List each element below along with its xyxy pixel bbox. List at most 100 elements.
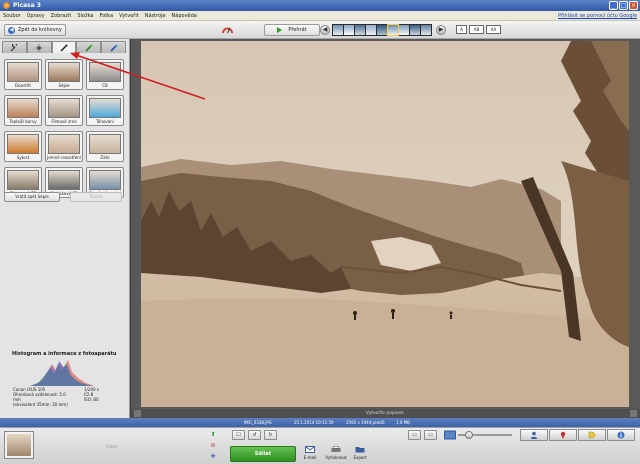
play-label: Přehrát <box>288 27 307 33</box>
info-icon <box>617 431 625 439</box>
tab-effects[interactable] <box>51 41 77 53</box>
add-tag-icon[interactable]: ✚ <box>208 452 218 461</box>
filmstrip-thumb[interactable] <box>377 25 387 35</box>
focal-length: Ohnisková vzdálenost: 5.0 <box>13 392 66 397</box>
photo-image[interactable] <box>141 41 629 407</box>
share-button[interactable]: Sdílet <box>230 446 296 462</box>
places-button[interactable] <box>549 429 577 441</box>
tab-effects-2[interactable] <box>76 41 102 53</box>
picasa-logo-icon <box>3 2 10 9</box>
menu-zobrazit[interactable]: Zobrazit <box>51 13 72 19</box>
filmstrip-thumb[interactable] <box>410 25 420 35</box>
people-button[interactable] <box>520 429 548 441</box>
maximize-button[interactable]: □ <box>619 1 628 10</box>
status-size: 1,0 MB <box>396 420 410 425</box>
info-button[interactable] <box>607 429 635 441</box>
effects-grid: Doostřit Sépie ČB Teplejší barvy Filmové… <box>4 59 126 198</box>
caption-right-corner <box>630 410 637 417</box>
sun-icon <box>35 43 44 52</box>
tab-tuning[interactable] <box>26 41 52 53</box>
effect-label: Teplejší barvy <box>9 119 37 124</box>
close-button[interactable]: × <box>629 1 638 10</box>
minimize-button[interactable]: _ <box>609 1 618 10</box>
filmstrip-thumb[interactable] <box>399 25 409 35</box>
email-label: E-mail <box>303 455 317 460</box>
tab-effects-3[interactable] <box>101 41 126 53</box>
effect-sepia[interactable]: Sépie <box>45 59 83 90</box>
filmstrip-thumb[interactable] <box>344 25 354 35</box>
email-button[interactable]: E-mail <box>298 446 322 460</box>
menu-soubor[interactable]: Soubor <box>3 13 21 19</box>
caption-bar[interactable]: Vytvořte popisek. <box>131 409 640 418</box>
menu-upravy[interactable]: Úpravy <box>27 13 45 19</box>
fit-view-button[interactable]: ▭ <box>424 430 437 440</box>
menu-slozka[interactable]: Složka <box>77 13 93 19</box>
print-label: Vytisknout <box>325 455 347 460</box>
histogram-graph <box>30 360 94 386</box>
view-single-button[interactable]: A <box>456 25 467 34</box>
effect-soft-focus[interactable]: Jemné rozostření <box>45 131 83 162</box>
zoom-icon <box>444 430 456 440</box>
google-signin-link[interactable]: Přihlásit se pomocí účtu Google <box>558 13 637 19</box>
rotate-right-button[interactable]: ↻ <box>264 430 277 440</box>
rotate-gauge-icon[interactable] <box>222 25 233 34</box>
layout-view-button[interactable]: ▭ <box>408 430 421 440</box>
view-double-button[interactable]: AA <box>486 25 501 34</box>
menu-napoveda[interactable]: Nápověda <box>172 13 197 19</box>
effect-sharpen[interactable]: Doostřit <box>4 59 42 90</box>
effect-preview <box>7 62 39 82</box>
play-slideshow-button[interactable]: Přehrát <box>264 24 320 36</box>
effect-preview <box>89 170 121 190</box>
status-dimensions: 2592 x 1944 pixelů <box>346 420 385 425</box>
effect-glow[interactable]: Záře <box>86 131 124 162</box>
effect-label: ČB <box>102 83 108 88</box>
green-brush-icon <box>85 43 93 52</box>
menu-fotka[interactable]: Fotka <box>99 13 113 19</box>
effect-warmify[interactable]: Teplejší barvy <box>4 95 42 126</box>
next-photo-button[interactable]: ▶ <box>436 25 446 35</box>
tab-basic-fixes[interactable] <box>2 41 27 53</box>
effect-preview <box>48 134 80 154</box>
filmstrip-thumb[interactable] <box>421 25 431 35</box>
redo-button[interactable]: Znovu <box>70 192 122 202</box>
effect-preview <box>7 134 39 154</box>
camera-info-right: 1/200 s f/2.8 ISO: 80 <box>84 387 99 402</box>
clear-tray-icon[interactable]: ⊘ <box>208 441 218 450</box>
export-button[interactable]: Export <box>348 446 372 460</box>
email-icon <box>305 446 315 453</box>
caption-left-corner <box>134 410 141 417</box>
effect-label: Sépie <box>58 83 70 88</box>
hold-pin-icon[interactable]: ⬆ <box>208 430 218 439</box>
menu-nastroje[interactable]: Nástroje <box>145 13 166 19</box>
zoom-slider-handle[interactable] <box>464 431 473 439</box>
filmstrip-thumb[interactable] <box>355 25 365 35</box>
back-to-library-button[interactable]: ◀ Zpět do knihovny <box>4 24 66 36</box>
rotate-left-button[interactable]: ↺ <box>248 430 261 440</box>
menu-vytvorit[interactable]: Vytvořit <box>119 13 139 19</box>
undo-button[interactable]: Vrátit zpět Sépie <box>4 192 60 202</box>
previous-photo-button[interactable]: ◀ <box>320 25 330 35</box>
tray-select-button[interactable]: ☐ <box>232 430 245 440</box>
effect-label: Filmové zrno <box>51 119 77 124</box>
back-to-library-label: Zpět do knihovny <box>18 27 62 33</box>
sepia-ski-slope-photo <box>141 41 629 407</box>
effect-saturation[interactable]: Sytost <box>4 131 42 162</box>
map-pin-icon <box>560 431 566 439</box>
back-arrow-icon: ◀ <box>8 26 15 34</box>
effect-preview <box>89 62 121 82</box>
filmstrip-thumb[interactable] <box>333 25 343 35</box>
tags-button[interactable] <box>578 429 606 441</box>
view-compare-button[interactable]: AB <box>469 25 484 34</box>
filmstrip-thumb[interactable] <box>366 25 376 35</box>
print-button[interactable]: Vytisknout <box>324 446 348 460</box>
zoom-slider[interactable] <box>458 431 512 439</box>
effect-film-grain[interactable]: Filmové zrno <box>45 95 83 126</box>
tray-thumbnail-image <box>7 434 31 456</box>
effect-bw[interactable]: ČB <box>86 59 124 90</box>
focal-equivalent: (ekvivalent 35mm: 30 mm) <box>13 402 68 407</box>
effect-tint[interactable]: Tónování <box>86 95 124 126</box>
effect-preview <box>48 62 80 82</box>
histogram-panel: Histogram a informace z fotoaparátu Cano… <box>4 345 126 417</box>
filmstrip-thumb-current[interactable] <box>387 24 399 36</box>
tray-thumbnail[interactable] <box>4 431 34 459</box>
